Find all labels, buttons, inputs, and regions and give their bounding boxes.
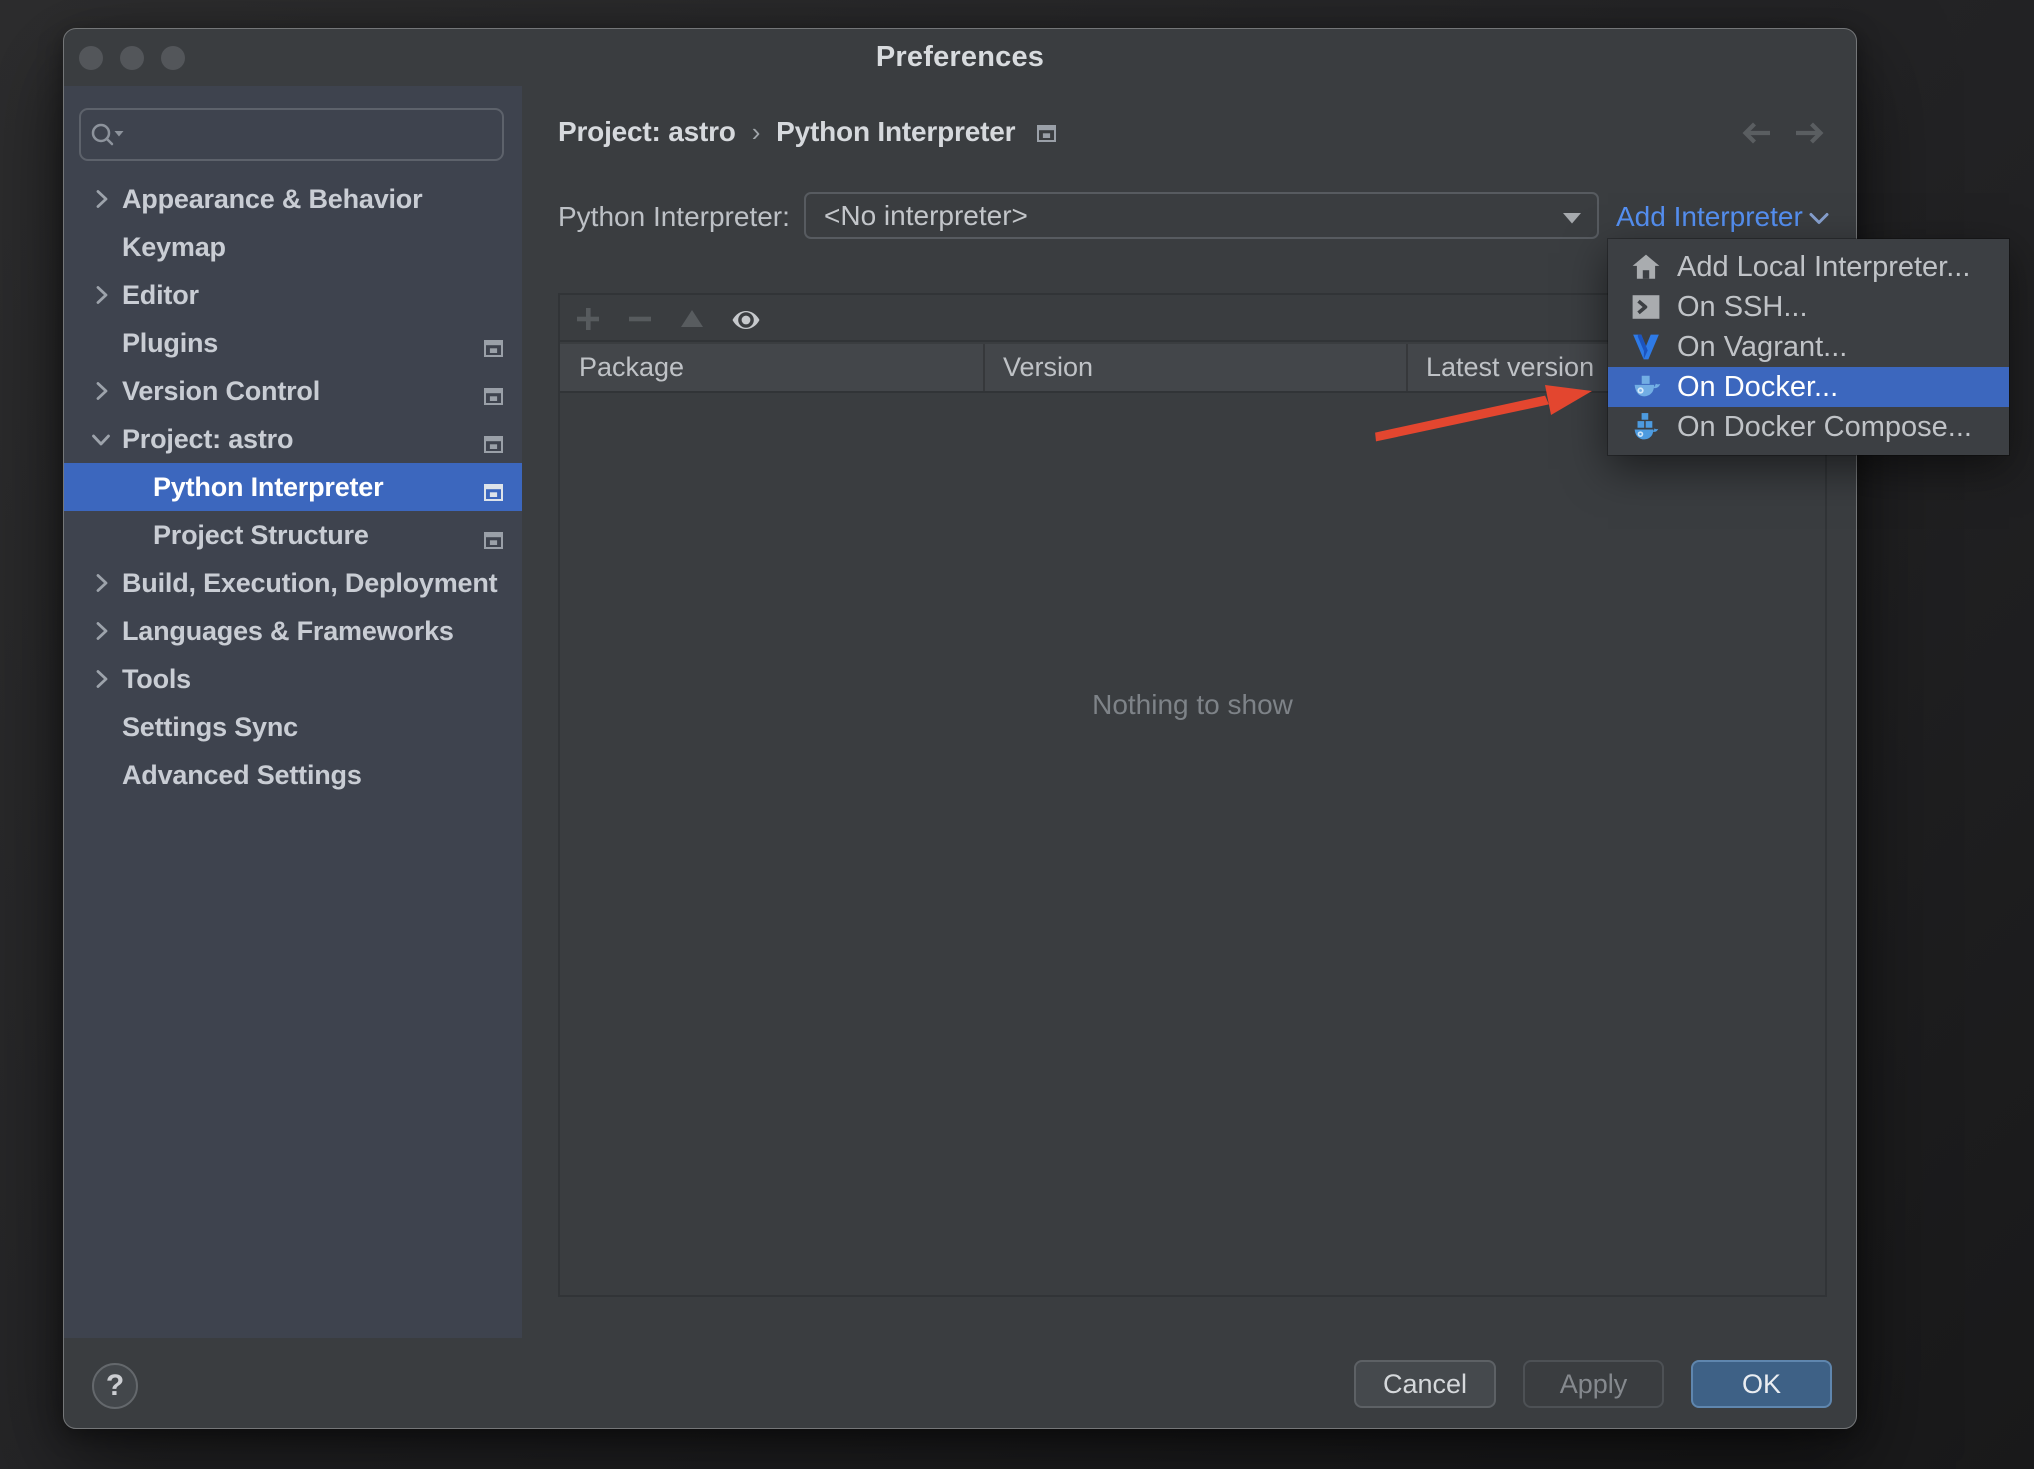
settings-search-input[interactable] (79, 108, 504, 161)
search-icon (91, 123, 124, 145)
chevron-right-icon[interactable] (88, 618, 114, 644)
ssh-terminal-icon (1632, 295, 1660, 319)
home-icon (1632, 254, 1660, 279)
sidebar-item-label: Version Control (122, 375, 321, 406)
sidebar-item-label: Editor (122, 279, 199, 310)
vagrant-icon (1633, 334, 1659, 360)
chevron-down-icon (1809, 213, 1829, 224)
sidebar-item-label: Settings Sync (122, 711, 298, 742)
sidebar-item-languages-frameworks[interactable]: Languages & Frameworks (64, 607, 522, 655)
sidebar-item-project-astro[interactable]: Project: astro (64, 415, 522, 463)
sidebar-item-label: Advanced Settings (122, 759, 362, 790)
column-latest-version[interactable]: Latest version (1426, 344, 1594, 391)
sidebar-item-advanced-settings[interactable]: Advanced Settings (64, 751, 522, 799)
menu-item-label: On Docker Compose... (1677, 410, 1972, 443)
history-navigation (1742, 122, 1824, 144)
add-package-icon[interactable] (575, 306, 601, 332)
forward-arrow-icon[interactable] (1796, 122, 1824, 144)
breadcrumb-project[interactable]: Project: astro (558, 116, 736, 148)
window-frame-icon (1036, 118, 1057, 150)
menu-item-on-vagrant[interactable]: On Vagrant... (1608, 327, 2009, 367)
sidebar-item-editor[interactable]: Editor (64, 271, 522, 319)
breadcrumb: Project: astro › Python Interpreter (558, 113, 1057, 151)
menu-item-on-docker-compose[interactable]: On Docker Compose... (1608, 407, 2009, 447)
help-button[interactable]: ? (92, 1363, 138, 1409)
chevron-right-icon[interactable] (88, 666, 114, 692)
sidebar-item-version-control[interactable]: Version Control (64, 367, 522, 415)
window-frame-icon (1037, 124, 1057, 142)
package-table-body: Nothing to show (560, 393, 1825, 1297)
menu-item-add-local-interpreter[interactable]: Add Local Interpreter... (1608, 247, 2009, 287)
window-frame-icon (484, 436, 503, 453)
upgrade-package-icon[interactable] (679, 306, 705, 332)
sidebar-item-plugins[interactable]: Plugins (64, 319, 522, 367)
sidebar-item-label: Project: astro (122, 423, 294, 454)
chevron-right-icon[interactable] (88, 570, 114, 596)
chevron-right-icon[interactable] (88, 186, 114, 212)
titlebar: Preferences (64, 29, 1856, 86)
add-interpreter-label: Add Interpreter (1616, 201, 1803, 232)
cancel-button[interactable]: Cancel (1354, 1360, 1496, 1408)
apply-button[interactable]: Apply (1523, 1360, 1664, 1408)
menu-item-on-ssh[interactable]: On SSH... (1608, 287, 2009, 327)
menu-item-label: Add Local Interpreter... (1677, 250, 1971, 283)
dialog-footer: ? Cancel Apply OK (64, 1338, 1856, 1429)
ok-button[interactable]: OK (1691, 1360, 1832, 1408)
sidebar-item-label: Appearance & Behavior (122, 183, 423, 214)
menu-item-label: On SSH... (1677, 290, 1808, 323)
menu-item-label: On Docker... (1677, 370, 1839, 403)
interpreter-combobox[interactable]: <No interpreter> (804, 192, 1599, 239)
interpreter-label: Python Interpreter: (558, 201, 790, 232)
chevron-right-icon[interactable] (88, 282, 114, 308)
window-frame-icon (484, 340, 503, 357)
window-title: Preferences (875, 41, 1045, 73)
column-package[interactable]: Package (579, 344, 684, 391)
sidebar-item-label: Python Interpreter (153, 471, 384, 502)
back-arrow-icon[interactable] (1742, 122, 1770, 144)
docker-compose-icon (1634, 413, 1659, 440)
chevron-down-icon[interactable] (88, 426, 114, 452)
column-separator (983, 344, 985, 391)
combobox-dropdown-icon (1563, 213, 1581, 224)
sidebar-item-label: Plugins (122, 327, 219, 358)
sidebar-item-settings-sync[interactable]: Settings Sync (64, 703, 522, 751)
sidebar-item-appearance-behavior[interactable]: Appearance & Behavior (64, 175, 522, 223)
remove-package-icon[interactable] (627, 306, 653, 332)
menu-item-on-docker[interactable]: On Docker... (1608, 367, 2009, 407)
breadcrumb-page[interactable]: Python Interpreter (776, 116, 1015, 148)
sidebar-item-label: Languages & Frameworks (122, 615, 454, 646)
sidebar-item-build-execution-deployment[interactable]: Build, Execution, Deployment (64, 559, 522, 607)
column-separator (1406, 344, 1408, 391)
sidebar-item-keymap[interactable]: Keymap (64, 223, 522, 271)
sidebar-item-tools[interactable]: Tools (64, 655, 522, 703)
empty-table-message: Nothing to show (1092, 689, 1293, 720)
column-version[interactable]: Version (1003, 344, 1093, 391)
preferences-window: Preferences Appearance & Behavior Keymap … (63, 28, 1857, 1429)
interpreter-combobox-value: <No interpreter> (824, 199, 1028, 231)
chevron-right-icon[interactable] (88, 378, 114, 404)
sidebar-item-label: Build, Execution, Deployment (122, 567, 498, 598)
sidebar-item-label: Keymap (122, 231, 226, 262)
add-interpreter-link[interactable]: Add Interpreter (1616, 199, 1830, 235)
settings-sidebar: Appearance & Behavior Keymap Editor Plugin… (64, 86, 522, 1338)
sidebar-item-label: Tools (122, 663, 191, 694)
window-frame-icon (484, 484, 503, 501)
show-early-releases-icon[interactable] (731, 309, 761, 331)
window-frame-icon (484, 532, 503, 549)
sidebar-item-python-interpreter[interactable]: Python Interpreter (64, 463, 522, 511)
sidebar-item-label: Project Structure (153, 519, 369, 550)
sidebar-item-project-structure[interactable]: Project Structure (64, 511, 522, 559)
menu-item-label: On Vagrant... (1677, 330, 1848, 363)
docker-icon (1634, 375, 1661, 397)
breadcrumb-separator-icon: › (751, 116, 761, 147)
add-interpreter-menu: Add Local Interpreter... On SSH... On Va… (1608, 239, 2009, 455)
help-icon: ? (105, 1369, 125, 1402)
window-frame-icon (484, 388, 503, 405)
